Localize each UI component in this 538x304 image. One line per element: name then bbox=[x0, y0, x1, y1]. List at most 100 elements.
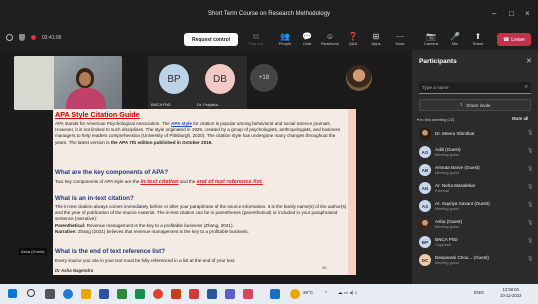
kc-text-2: and the bbox=[178, 179, 197, 184]
avatar: AG bbox=[419, 146, 431, 158]
more-icon: ⋯ bbox=[396, 32, 404, 41]
leave-button[interactable]: ☎ Leave bbox=[497, 33, 531, 46]
share-button[interactable]: ⬆ Share bbox=[467, 32, 489, 46]
chat-button[interactable]: 💬 Chat bbox=[296, 32, 318, 46]
weather-icon[interactable] bbox=[290, 289, 300, 299]
participant-tile-name: BNCA PhD bbox=[151, 102, 171, 107]
excel-icon[interactable] bbox=[117, 289, 127, 299]
more-participants-button[interactable]: +18 bbox=[250, 64, 278, 92]
mic-icon: 🎙 bbox=[527, 220, 534, 226]
participant-name: Ar. Neha Masalekar bbox=[435, 183, 476, 188]
close-button[interactable]: × bbox=[525, 9, 530, 18]
reactions-button[interactable]: ☺ Reactions bbox=[319, 32, 341, 46]
pdf-icon[interactable] bbox=[189, 289, 199, 299]
apps-icon: ⊞ bbox=[372, 32, 380, 41]
app2-icon[interactable] bbox=[243, 289, 253, 299]
reference-list-text: Every source you cite in your text must … bbox=[55, 258, 236, 263]
qa-button[interactable]: ❓ Q&A bbox=[342, 32, 364, 46]
teams-icon[interactable] bbox=[225, 289, 235, 299]
search-placeholder: Type a name bbox=[422, 85, 449, 90]
participant-search-input[interactable]: Type a name ⌕ bbox=[419, 82, 531, 94]
mute-all-button[interactable]: Mute all bbox=[512, 116, 528, 121]
participant-row[interactable]: Dr. Meera Shirolkar 🎙 bbox=[419, 127, 535, 145]
windows-start-icon[interactable] bbox=[8, 289, 17, 298]
teams-window: Short Term Course on Research Methodolog… bbox=[0, 0, 538, 304]
search-icon: ⌕ bbox=[524, 84, 528, 90]
mic-icon: 🎤 bbox=[450, 32, 460, 41]
speaker-video-tile[interactable] bbox=[14, 56, 122, 110]
task-view-icon[interactable] bbox=[45, 289, 55, 299]
chat-label: Chat bbox=[302, 41, 312, 46]
participant-role: Meeting guest bbox=[435, 225, 459, 229]
more-label: More bbox=[395, 41, 405, 46]
file-explorer-icon[interactable] bbox=[81, 289, 91, 299]
request-control-button[interactable]: Request control bbox=[184, 33, 238, 46]
title-bar: Short Term Course on Research Methodolog… bbox=[0, 0, 538, 30]
avatar: DB bbox=[205, 64, 235, 94]
people-button[interactable]: 👥 People bbox=[274, 32, 296, 46]
chevron-down-icon: ▾ bbox=[417, 117, 420, 122]
kc-text: Two key components of APA style are the bbox=[55, 179, 141, 184]
in-meeting-header[interactable]: ▾ In this meeting (22) bbox=[417, 117, 454, 122]
minimize-button[interactable]: – bbox=[492, 9, 496, 18]
share-invite-button[interactable]: ⇪ Share invite bbox=[419, 99, 531, 111]
mic-icon: 🎙 bbox=[527, 256, 534, 262]
apps-label: Apps bbox=[371, 41, 381, 46]
participant-row[interactable]: Asha (Guest) Meeting guest 🎙 bbox=[419, 217, 535, 235]
participant-role: Meeting guest bbox=[435, 153, 459, 157]
weather-temp: 26°C bbox=[303, 290, 314, 295]
slide-accent bbox=[348, 109, 356, 275]
mic-button[interactable]: 🎤 Mic bbox=[444, 32, 466, 46]
participant-tile-db[interactable]: DB Dr. Prajakta... bbox=[194, 56, 247, 110]
camera-button[interactable]: 📷 Camera bbox=[420, 32, 442, 46]
meeting-toolbar: 02:41:06 Request control ⧉ Pop out 👥 Peo… bbox=[0, 30, 538, 50]
language-indicator[interactable]: ENG bbox=[474, 290, 484, 295]
participant-row[interactable]: DC Deeparani Chou... (Guest) Meeting gue… bbox=[419, 253, 535, 271]
tray-chevron-icon[interactable]: ^ bbox=[325, 290, 327, 295]
video-person-face bbox=[79, 72, 91, 86]
people-label: People bbox=[278, 41, 292, 46]
panel-title: Participants bbox=[419, 58, 457, 65]
popout-icon: ⧉ bbox=[253, 32, 259, 41]
participants-panel: Participants ✕ Type a name ⌕ ⇪ Share inv… bbox=[412, 50, 538, 284]
recording-icon bbox=[31, 35, 36, 40]
chrome-icon[interactable] bbox=[153, 289, 163, 299]
participant-name: Aditi (Guest) bbox=[435, 147, 461, 152]
store-icon[interactable] bbox=[99, 289, 109, 299]
tray-icons[interactable]: ☁ ▭ ◂) ⌂ bbox=[338, 290, 357, 296]
more-button[interactable]: ⋯ More bbox=[389, 32, 411, 46]
leave-label: Leave bbox=[511, 36, 525, 43]
heading-reference-list: What is the end of text reference list? bbox=[55, 248, 166, 255]
participant-row[interactable]: AG Aditi (Guest) Meeting guest 🎙 bbox=[419, 145, 535, 163]
taskbar-clock[interactable]: 12:58:04 10-12-2022 bbox=[500, 287, 521, 299]
narrative-example: Zhang (2021) believes that revenue manag… bbox=[76, 228, 249, 234]
participant-row[interactable]: BP BNCA PhD Organizer 🎙 bbox=[419, 235, 535, 253]
os-taskbar: 26°C ^ ☁ ▭ ◂) ⌂ ENG 12:58:04 10-12-2022 bbox=[0, 284, 538, 304]
phone-icon: ☎ bbox=[503, 36, 510, 43]
app-icon[interactable] bbox=[135, 289, 145, 299]
participant-name: Asha (Guest) bbox=[435, 219, 463, 224]
info-icon[interactable] bbox=[6, 34, 13, 41]
qa-icon: ❓ bbox=[348, 32, 358, 41]
popout-button[interactable]: ⧉ Pop out bbox=[245, 32, 267, 46]
participant-name: Amruta Barve (Guest) bbox=[435, 165, 480, 170]
participant-row[interactable]: AN Ar. Neha Masalekar External 🎙 bbox=[419, 181, 535, 199]
chat-icon: 💬 bbox=[302, 32, 312, 41]
edge-icon[interactable] bbox=[63, 289, 73, 299]
participant-photo-avatar[interactable] bbox=[346, 65, 372, 91]
reactions-label: Reactions bbox=[321, 41, 339, 46]
participant-row[interactable]: AS Ar. Supriya Savant (Guest) Meeting gu… bbox=[419, 199, 535, 217]
participant-row[interactable]: AB Amruta Barve (Guest) Meeting guest 🎙 bbox=[419, 163, 535, 181]
maximize-button[interactable]: □ bbox=[509, 9, 514, 18]
slide-footer: Dr Asha Nagendra bbox=[55, 268, 94, 273]
avatar: DC bbox=[419, 254, 431, 266]
popout-label: Pop out bbox=[249, 41, 263, 46]
app3-icon[interactable] bbox=[270, 289, 280, 299]
apa-style-link[interactable]: APA style bbox=[171, 121, 192, 126]
close-icon[interactable]: ✕ bbox=[526, 57, 532, 65]
search-icon[interactable] bbox=[27, 289, 35, 297]
slide-title: APA Style Citation Guide bbox=[55, 110, 140, 119]
apps-button[interactable]: ⊞ Apps bbox=[365, 32, 387, 46]
powerpoint-icon[interactable] bbox=[171, 289, 181, 299]
word-icon[interactable] bbox=[207, 289, 217, 299]
